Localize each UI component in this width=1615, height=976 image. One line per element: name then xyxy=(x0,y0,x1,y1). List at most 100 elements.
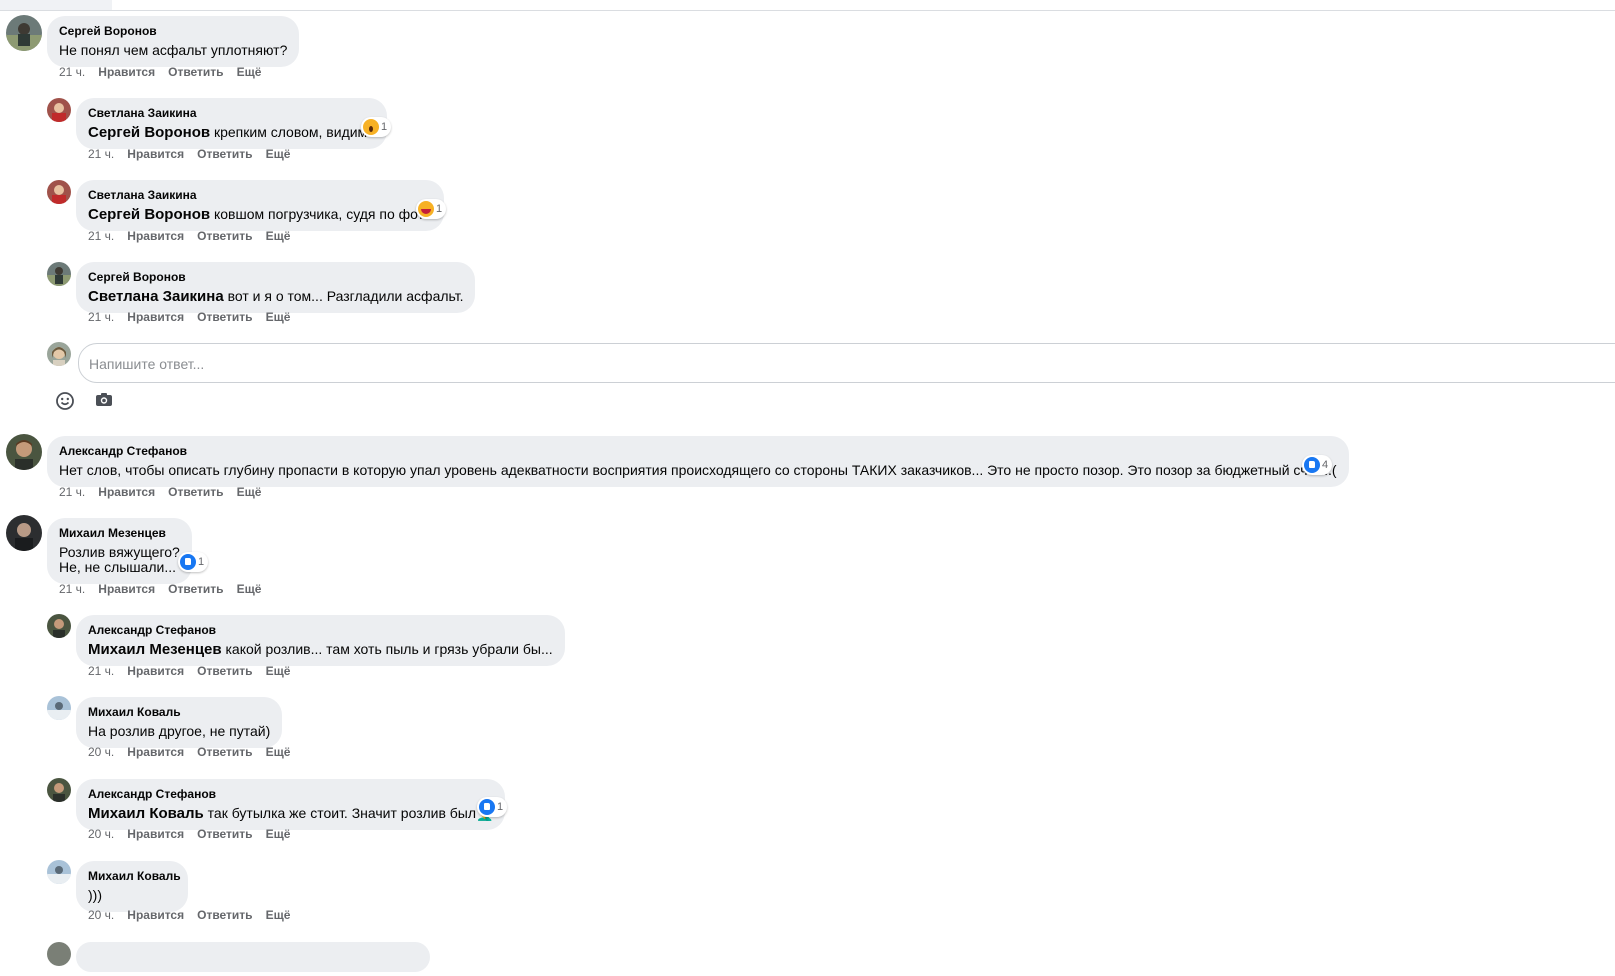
comment-author[interactable]: Александр Стефанов xyxy=(88,787,493,802)
comment-author[interactable]: Михаил Коваль xyxy=(88,869,181,884)
like-button[interactable]: Нравится xyxy=(127,827,184,841)
like-button[interactable]: Нравится xyxy=(127,147,184,161)
comment-author[interactable]: Сергей Воронов xyxy=(59,24,287,39)
comment-time[interactable]: 21 ч. xyxy=(59,485,85,499)
comment-author[interactable]: Михаил Коваль xyxy=(88,705,270,720)
mention-link[interactable]: Михаил Мезенцев xyxy=(88,641,222,658)
mention-link[interactable]: Михаил Коваль xyxy=(88,805,204,822)
camera-icon[interactable] xyxy=(94,390,114,410)
avatar[interactable] xyxy=(47,98,71,122)
more-button[interactable]: Ещё xyxy=(237,582,262,596)
more-button[interactable]: Ещё xyxy=(237,485,262,499)
comment-author[interactable]: Александр Стефанов xyxy=(59,444,1337,459)
like-icon xyxy=(180,554,196,570)
avatar[interactable] xyxy=(6,515,42,551)
comment-actions: 21 ч. Нравится Ответить Ещё xyxy=(88,229,303,243)
reaction-badge[interactable]: 1 xyxy=(361,117,392,137)
comment-text: Сергей Воронов ковшом погрузчика, судя п… xyxy=(88,206,432,223)
reaction-count: 1 xyxy=(436,203,443,215)
more-button[interactable]: Ещё xyxy=(266,827,291,841)
reply-button[interactable]: Ответить xyxy=(197,827,252,841)
reply-button[interactable]: Ответить xyxy=(168,65,223,79)
more-button[interactable]: Ещё xyxy=(237,65,262,79)
reply-button[interactable]: Ответить xyxy=(168,582,223,596)
like-button[interactable]: Нравится xyxy=(127,745,184,759)
reaction-count: 1 xyxy=(497,801,504,813)
reply-button[interactable]: Ответить xyxy=(197,147,252,161)
like-button[interactable]: Нравится xyxy=(127,908,184,922)
comment-time[interactable]: 21 ч. xyxy=(88,229,114,243)
mention-link[interactable]: Сергей Воронов xyxy=(88,124,210,141)
comment-actions: 20 ч. Нравится Ответить Ещё xyxy=(88,745,303,759)
like-button[interactable]: Нравится xyxy=(127,664,184,678)
comment-author[interactable]: Михаил Мезенцев xyxy=(59,526,180,541)
avatar[interactable] xyxy=(47,860,71,884)
comment-bubble: Александр Стефанов Михаил Мезенцев какой… xyxy=(76,615,565,666)
like-button[interactable]: Нравится xyxy=(98,485,155,499)
more-button[interactable]: Ещё xyxy=(266,310,291,324)
comment-text: Нет слов, чтобы описать глубину пропасти… xyxy=(59,462,1337,478)
reply-button[interactable]: Ответить xyxy=(168,485,223,499)
more-button[interactable]: Ещё xyxy=(266,229,291,243)
tab-edge xyxy=(0,0,112,10)
emoji-icon[interactable] xyxy=(55,391,75,411)
reply-button[interactable]: Ответить xyxy=(197,229,252,243)
comment-actions: 21 ч. Нравится Ответить Ещё xyxy=(59,65,274,79)
reaction-badge[interactable]: 1 xyxy=(477,797,508,817)
mention-link[interactable]: Светлана Заикина xyxy=(88,288,224,305)
comment-text-line: Не, не слышали... xyxy=(59,559,176,575)
comment-author[interactable]: Светлана Заикина xyxy=(88,188,432,203)
comment-actions: 21 ч. Нравится Ответить Ещё xyxy=(59,582,274,596)
comment-author[interactable]: Светлана Заикина xyxy=(88,106,375,121)
comment-time[interactable]: 21 ч. xyxy=(59,582,85,596)
comment-bubble: Светлана Заикина Сергей Воронов ковшом п… xyxy=(76,180,444,231)
avatar[interactable] xyxy=(47,614,71,638)
avatar[interactable] xyxy=(47,262,71,286)
avatar[interactable] xyxy=(6,434,42,470)
comment-text: Михаил Мезенцев какой розлив... там хоть… xyxy=(88,641,553,658)
reply-button[interactable]: Ответить xyxy=(197,310,252,324)
comment-text: Светлана Заикина вот и я о том... Разгла… xyxy=(88,288,463,305)
comment-actions: 21 ч. Нравится Ответить Ещё xyxy=(59,485,274,499)
reaction-count: 4 xyxy=(1322,459,1329,471)
more-button[interactable]: Ещё xyxy=(266,664,291,678)
comment-time[interactable]: 21 ч. xyxy=(88,310,114,324)
reaction-badge[interactable]: 1 xyxy=(416,199,447,219)
comment-body: какой розлив... там хоть пыль и грязь уб… xyxy=(221,641,553,657)
more-button[interactable]: Ещё xyxy=(266,745,291,759)
comment-text: Сергей Воронов крепким словом, видимо xyxy=(88,124,375,141)
more-button[interactable]: Ещё xyxy=(266,908,291,922)
mention-link[interactable]: Сергей Воронов xyxy=(88,206,210,223)
comment-time[interactable]: 20 ч. xyxy=(88,908,114,922)
like-button[interactable]: Нравится xyxy=(98,65,155,79)
comment-time[interactable]: 21 ч. xyxy=(88,147,114,161)
reaction-badge[interactable]: 1 xyxy=(178,552,209,572)
browser-top-strip xyxy=(0,0,1615,11)
reply-button[interactable]: Ответить xyxy=(197,664,252,678)
reply-button[interactable]: Ответить xyxy=(197,908,252,922)
comment-actions: 21 ч. Нравится Ответить Ещё xyxy=(88,147,303,161)
avatar[interactable] xyxy=(47,778,71,802)
comment-time[interactable]: 20 ч. xyxy=(88,745,114,759)
comment-time[interactable]: 21 ч. xyxy=(88,664,114,678)
reaction-badge[interactable]: 4 xyxy=(1302,455,1333,475)
avatar[interactable] xyxy=(6,15,42,51)
comment-author[interactable]: Александр Стефанов xyxy=(88,623,553,638)
avatar[interactable] xyxy=(47,696,71,720)
reply-input[interactable] xyxy=(87,353,991,375)
like-button[interactable]: Нравится xyxy=(127,229,184,243)
comment-actions: 20 ч. Нравится Ответить Ещё xyxy=(88,908,303,922)
avatar[interactable] xyxy=(47,942,71,966)
comment-actions: 21 ч. Нравится Ответить Ещё xyxy=(88,664,303,678)
avatar[interactable] xyxy=(47,180,71,204)
comment-time[interactable]: 21 ч. xyxy=(59,65,85,79)
reply-button[interactable]: Ответить xyxy=(197,745,252,759)
more-button[interactable]: Ещё xyxy=(266,147,291,161)
like-button[interactable]: Нравится xyxy=(127,310,184,324)
comment-text: Не понял чем асфальт уплотняют? xyxy=(59,42,288,58)
reply-field[interactable] xyxy=(78,343,1615,383)
comment-body: крепким словом, видимо xyxy=(210,124,375,140)
like-button[interactable]: Нравится xyxy=(98,582,155,596)
comment-author[interactable]: Сергей Воронов xyxy=(88,270,463,285)
comment-time[interactable]: 20 ч. xyxy=(88,827,114,841)
